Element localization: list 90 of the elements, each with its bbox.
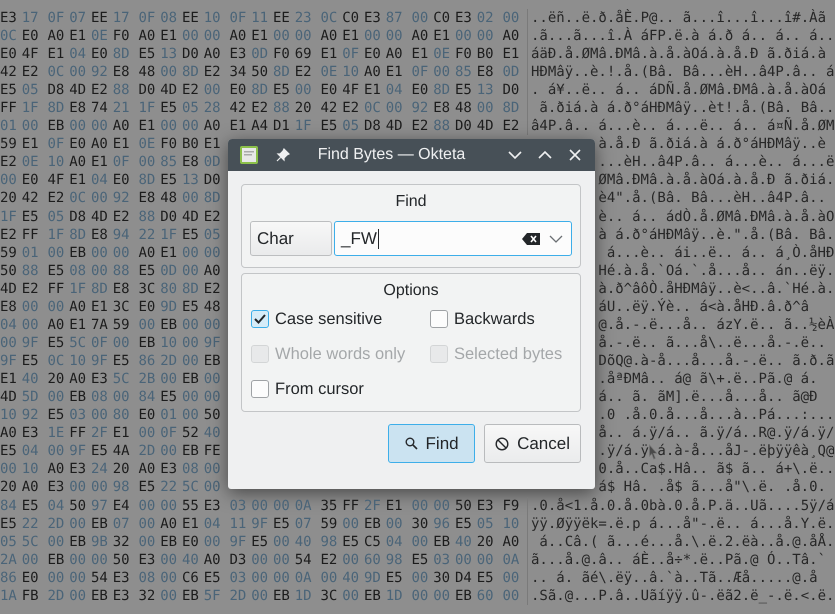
hex-row-text: 59 01 00 EB 00 00 A0 E1 00 00 <box>0 244 222 262</box>
checkbox-label: Selected bytes <box>454 344 562 364</box>
character-row: Hé.à.å.`Oá.`.å...å.. án..ëÿ. <box>598 262 834 280</box>
character-row: 0.å..Ca$.Hâ.. ã$ ã.. á+\.ë.. <box>598 460 834 478</box>
character-row: . á¥..ë.. á.. áDÑ.å.ØMâ.ÐMâ.à.å.àOá <box>527 81 826 100</box>
checkbox-label: Backwards <box>454 310 535 329</box>
dialog-button[interactable]: Find <box>388 424 476 464</box>
hex-row-text: E2 0E 10 A0 E1 0F 00 85 E8 0D <box>0 153 222 172</box>
character-row: è4".å.(Bâ. Bâ...èH..â4P.â.. <box>598 189 826 208</box>
character-row: á$ Hâ. .å$ ã...å"\.ë. .å.0. <box>598 478 826 496</box>
close-icon[interactable] <box>567 147 583 164</box>
chevron-down-icon[interactable] <box>549 234 563 243</box>
character-row: .Sã.@...P.â..Uãíÿÿ.û-.ëã2.ë_-.ë.<.ë. <box>527 586 834 605</box>
character-row: à á.ð°áHÐMâÿ..è.".å.(Bâ. Bâ. <box>598 226 834 244</box>
hex-row-text: 0C E0 A0 E1 0E F0 A0 E1 00 00 A0 E1 00 00 A0 E1 00 00 A0 E1 00 00 A0 <box>0 27 520 46</box>
character-row: .0 .å.0.å...å...à..Pá...:... <box>598 406 834 424</box>
hex-row-text: 1F E5 05 D8 4D E2 88 D0 4D E2 <box>0 208 222 226</box>
hex-row-text: 01 00 EB 00 00 A0 E1 00 00 A0 E1 A4 D1 1F E5 05 D8 4D E2 88 D0 4D E2 <box>0 117 520 136</box>
hex-row-text: 42 E2 0C 00 92 E8 48 00 8D E2 34 50 8D E2 0E 10 A0 E1 0F 00 85 E8 0D <box>0 63 520 82</box>
character-row: áäÐ.å.ØMâ.ÐMâ.à.å.àOá.à.å.Ð ã.ðiá.à <box>527 45 826 64</box>
hex-row-text: 4D 5D 00 EB 08 00 84 E5 00 00 <box>0 388 222 406</box>
checkbox-label: Whole words only <box>275 344 406 364</box>
character-row: .ÿ/á.ÿ <box>598 442 649 460</box>
character-row: ã.ðiá.à á.ð°áHÐMâÿ..èt!.å.(Bâ. Bâ.. <box>527 99 834 118</box>
mouse-pointer-icon <box>648 444 658 460</box>
character-row: .0.å<1.å.0.å.0bà.0.å.P.ä..Uã....5ÿ/á <box>527 496 834 515</box>
hex-row-text: 9F E5 0C 10 9F E5 86 2D 00 EB <box>0 352 222 370</box>
hex-row-text: E0 4F E1 04 E0 8D E5 13 D0 A0 E3 0D F0 69 E1 0F E0 A0 E1 0E F0 B0 E1 <box>0 45 520 64</box>
character-row: á.à-å...åJ-.ëþÿÿêà¸Q@ <box>657 442 834 460</box>
character-row: á.. ã. ãM].ë...å...å.. ã@Ð <box>598 388 818 406</box>
character-row: à.ð^âôÒ.åHÐMâÿ..è<..â.`Hé.à. <box>598 280 834 298</box>
hex-row-text: 10 92 E5 03 00 80 E0 01 00 50 <box>0 406 222 424</box>
search-field[interactable]: _FW <box>334 221 572 256</box>
group-title: Options <box>382 281 440 302</box>
character-row: .åªÐMâ.. á@ ã\+.ë..Pã.@ á. <box>598 370 818 388</box>
character-row: ÿÿ.Øÿÿëk=.ë.p á...å"-.ë.. á...å.Y.ë. <box>527 514 834 533</box>
hex-row-text: 20 A0 E3 00 00 98 E5 22 5C 00 <box>0 478 222 496</box>
hex-row-text: E5 04 00 9F E5 4A 2D 00 EB FE <box>0 442 222 460</box>
hex-row-text: 4D E2 FF 1F 8D E8 3C 80 8D E2 <box>0 280 222 298</box>
character-row: ...èH..â4P.â.. á...è.. á...ë <box>598 153 834 172</box>
hex-row-text: 04 00 A0 E1 7A 59 00 EB 00 00 <box>0 316 222 334</box>
hex-row-text: 84 E5 04 50 97 E4 00 00 55 E3 03 00 00 0A 35 FF 2F E1 00 00 50 E3 F9 <box>0 496 520 515</box>
character-row: å.-.ë.. ã...å\..ë...å.-.ë.. <box>598 334 826 352</box>
hex-row-text: E5 05 D8 4D E2 88 D0 4D E2 00 E0 8D E5 00 E0 4F E1 04 E0 8D E5 13 D0 <box>0 81 520 100</box>
hex-row-text: 00 9F E5 5C 0F 00 EB 10 00 9F <box>0 334 222 352</box>
pin-icon[interactable] <box>276 148 290 162</box>
hex-row-text: 00 E0 4F E1 04 E0 8D E5 13 D0 <box>0 171 222 190</box>
checkbox[interactable] <box>251 310 269 328</box>
character-row: áU..ëÿ.Ýè.. á<à.åHÐ.â.ð^â <box>598 298 810 316</box>
character-row: HÐMâÿ..è.!.å.(Bâ. Bâ...èH..â4P.â.. á <box>527 63 834 82</box>
character-row: ØMâ.ÐMâ.à.å.àOá.à.å.Ð ã.ðiá. <box>598 171 834 190</box>
hex-row-text: E5 22 2D 00 EB 07 00 A0 E1 04 11 9F E5 07 59 00 EB 00 30 96 E5 05 10 <box>0 514 520 533</box>
app-icon <box>240 146 258 164</box>
hex-row-text: 1A FB 2D 00 EB E3 32 00 EB 5F 2D 00 EB 1D 3C 00 EB 1D 00 00 EB 60 00 <box>0 586 520 605</box>
character-row: .ã...ã...î.À áFP.ë.à á.ð á.. á.. á.. <box>527 27 834 46</box>
hex-row-text: 20 42 E2 0C 00 92 E8 48 00 8D <box>0 189 222 208</box>
checkbox-label: Case sensitive <box>275 310 382 329</box>
character-row: å.. á.ÿ/á.. ã.ÿ/á..R@.ÿ/á.ÿ/ <box>598 424 834 442</box>
search-icon <box>404 437 418 450</box>
character-row: ..ëñ..ë.ð.åÈ.P@.. ã...î...î...î#.Àã <box>527 9 826 28</box>
character-row: @.å.-.ë...å.. ázY.ë.. ã..½èÀ <box>598 316 834 334</box>
character-row: è.. á.. ádÒ.å.ØMâ.ÐMâ.à.å.àO <box>598 208 834 226</box>
character-row: â4P.â.. á...è.. á...ë.. á.. á¤Ñ.å.ØM <box>527 117 834 136</box>
hex-row-text: 00 10 A0 E3 24 20 A0 E3 08 00 <box>0 460 222 478</box>
hex-row-text: FF 1F 8D E8 74 21 1F E5 05 28 42 E2 88 20 42 E2 0C 00 92 E8 48 00 8D <box>0 99 520 118</box>
checkbox[interactable] <box>430 310 448 328</box>
hex-row-text: 05 5C 00 EB 9B 32 00 EB E0 00 9F E5 00 40 98 E5 C5 04 00 EB 40 20 A0 <box>0 532 520 551</box>
cancel-icon <box>495 436 510 451</box>
format-dropdown[interactable]: Char <box>250 221 332 256</box>
hex-row-text: 59 E1 0F E0 A0 E1 0E F0 B0 E1 <box>0 135 222 154</box>
character-row: à.å.Ð ã.ðiá.à á.ð°áHÐMâÿ..è <box>598 135 826 154</box>
hex-row-text: E1 40 20 A0 E3 5C 2B 00 EB 00 <box>0 370 222 388</box>
hex-row-text: 2A 00 EB 00 00 50 E3 00 40 A0 D3 00 00 54 E2 00 60 98 E5 03 00 00 0A <box>0 550 520 569</box>
character-row-text: á...è.. ái..ë.. á.. á¸Ò.åHÐ <box>606 244 834 262</box>
hex-row-text: E8 00 00 A0 E1 3C E0 9D E5 48 <box>0 298 222 316</box>
checkbox-label: From cursor <box>275 380 364 399</box>
character-row: DõQ@.à-å...å...å.-.ë.. ã.ð.ã <box>598 352 834 370</box>
dialog-button[interactable]: Cancel <box>484 424 581 464</box>
hex-row-text: 50 88 E5 08 00 88 E5 0D 00 A0 <box>0 262 222 280</box>
hex-row-text: E2 FF 1F 8D E8 94 22 1F E5 05 <box>0 226 222 244</box>
character-row: .. á. ãé\.ëÿ..â.`à..Tã..Æå.....@.å <box>527 568 818 587</box>
checkbox[interactable] <box>251 380 269 398</box>
hex-row-text: A0 E3 1E FF 2F E1 00 0F 52 40 <box>0 424 222 442</box>
character-row: ã...å.@.â.. áÈ..å÷*.ë..Pã.@ Ó..Tâ.` <box>527 550 826 569</box>
window-title: Find Bytes — Okteta <box>316 146 466 164</box>
group-title: Find <box>394 192 428 212</box>
clear-icon[interactable] <box>522 232 540 245</box>
hex-row-text: 86 E0 00 00 54 E3 08 00 C6 E5 03 00 00 0A 00 40 9D E5 00 30 D4 E5 00 <box>0 568 520 587</box>
character-row: á..Câ.( ã...é...å.\.ë.2.ëà..å.@.åÅ. <box>527 532 834 551</box>
hex-row-text: E3 17 0F 07 EE 17 0F 08 EE 10 0F 11 EE 23 0C C0 E3 87 00 C0 E3 02 00 <box>0 9 520 28</box>
